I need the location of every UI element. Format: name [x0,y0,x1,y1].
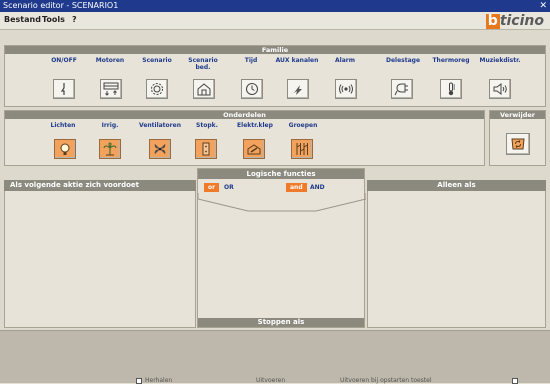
opstarten-checkbox[interactable] [512,378,518,384]
title-bar: Scenario editor - SCENARIO1 ✕ [0,0,550,12]
onderdelen-label-lichten: Lichten [50,122,76,129]
onderdelen-label-stopk: Stopk. [196,122,218,129]
fan-icon[interactable] [149,139,171,159]
familie-panel: Familie ON/OFF Motoren Scenario Scenario… [4,45,546,107]
bulb-icon[interactable] [54,139,76,159]
familie-label-motoren: Motoren [95,57,125,64]
alarm-icon[interactable] [335,79,357,99]
familie-label-onoff: ON/OFF [51,57,77,64]
house-icon[interactable] [193,79,215,99]
speaker-icon[interactable] [489,79,511,99]
or-label: OR [224,184,234,191]
clock-icon[interactable] [241,79,263,99]
menu-bar: Bestand Tools ? b ticino [0,12,550,30]
irrigation-icon[interactable] [99,139,121,159]
and-button[interactable]: and [286,183,307,192]
menu-bestand[interactable]: Bestand [4,15,41,24]
and-label: AND [310,184,325,191]
alleen-als-header: Alleen als [367,180,546,191]
onderdelen-label-groepen: Groepen [288,122,318,129]
plug-icon[interactable] [391,79,413,99]
groups-icon[interactable] [291,139,313,159]
verwijder-panel: Verwijder [489,110,546,166]
stoppen-als-header: Stoppen als [198,318,364,327]
familie-label-scenario: Scenario [142,57,172,64]
familie-label-delestage: Delestage [385,57,421,64]
menu-help[interactable]: ? [72,15,77,24]
familie-title: Familie [5,46,545,54]
alleen-als-panel[interactable] [367,180,546,328]
verwijder-title: Verwijder [490,111,545,119]
menu-tools[interactable]: Tools [42,15,65,24]
aux-icon[interactable] [287,79,309,99]
familie-label-alarm: Alarm [335,57,355,64]
close-icon[interactable]: ✕ [539,0,547,12]
thermometer-icon[interactable] [440,79,462,99]
familie-label-scenario-bed: Scenario bed. [188,57,218,71]
actie-panel[interactable] [4,180,196,328]
familie-label-muziekdistr: Muziekdistr. [479,57,521,64]
bottom-area [0,330,550,383]
onderdelen-label-elektrklep: Elektr.klep [237,122,273,129]
actie-header: Als volgende aktie zich voordoet [4,180,196,191]
socket-icon[interactable] [195,139,217,159]
onderdelen-label-irrig: Irrig. [101,122,119,129]
funnel-shape [198,193,366,212]
logic-panel: Logische functies or OR and AND Stoppen … [197,168,366,328]
logic-title: Logische functies [198,169,364,179]
motor-icon[interactable] [100,79,122,99]
scenario-editor-window: Scenario editor - SCENARIO1 ✕ Bestand To… [0,0,550,384]
herhalen-checkbox[interactable] [136,378,142,384]
familie-label-aux: AUX kanalen [275,57,319,64]
valve-icon[interactable] [243,139,265,159]
onderdelen-panel: Onderdelen Lichten Irrig. Ventilatoren S… [4,110,485,166]
scenario-icon[interactable] [146,79,168,99]
familie-label-thermoreg: Thermoreg [432,57,470,64]
onderdelen-label-ventilatoren: Ventilatoren [139,122,181,129]
window-title: Scenario editor - SCENARIO1 [3,1,119,10]
onderdelen-title: Onderdelen [5,111,484,119]
familie-label-tijd: Tijd [244,57,258,64]
bticino-logo: b ticino [485,13,544,29]
switch-icon[interactable] [53,79,75,99]
or-button[interactable]: or [204,183,220,192]
recycle-icon[interactable] [506,133,530,155]
